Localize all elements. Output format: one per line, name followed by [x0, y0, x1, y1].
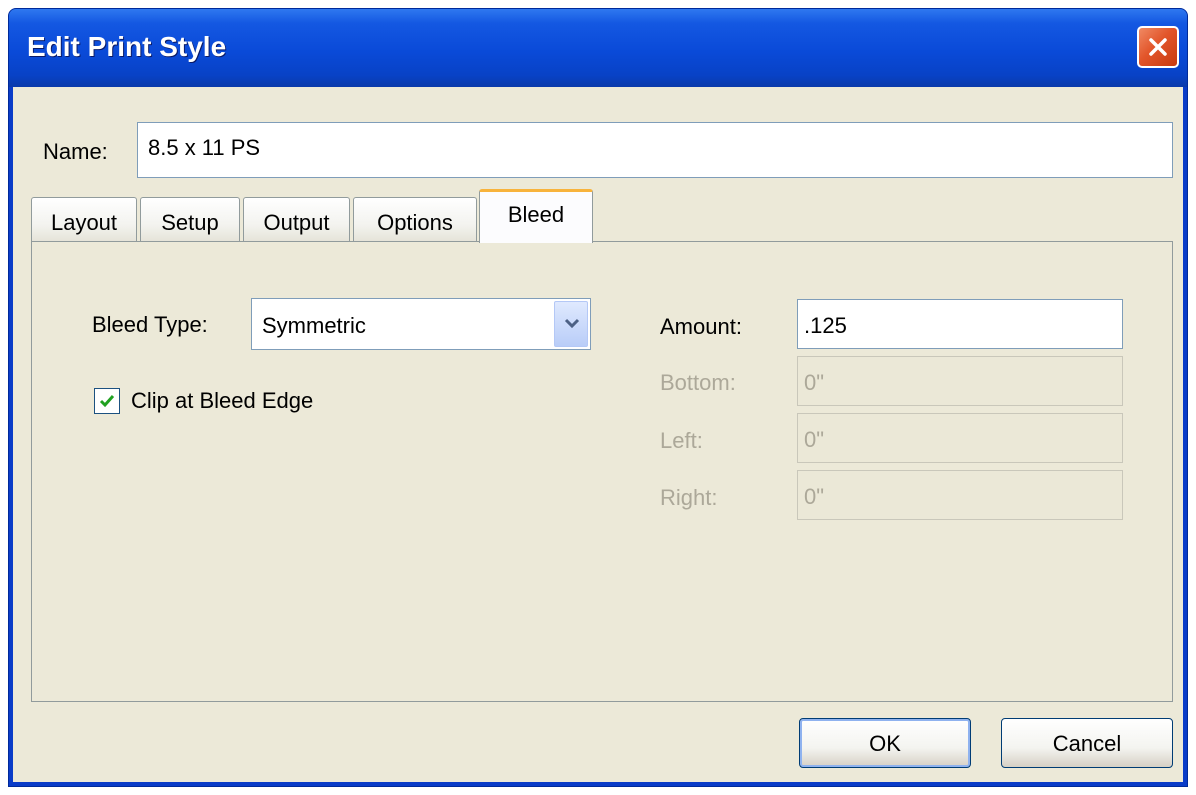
- left-label: Left:: [660, 428, 703, 453]
- ok-button[interactable]: OK: [799, 718, 971, 768]
- bleed-type-select[interactable]: Symmetric: [251, 298, 591, 350]
- right-input: 0": [797, 470, 1123, 520]
- cancel-button[interactable]: Cancel: [1001, 718, 1173, 768]
- edit-print-style-dialog: Edit Print Style Name: 8.5 x 11 PS Layou…: [8, 8, 1188, 787]
- clip-at-bleed-edge-label[interactable]: Clip at Bleed Edge: [131, 388, 313, 414]
- bleed-type-label: Bleed Type:: [92, 312, 208, 337]
- name-label: Name:: [43, 139, 108, 164]
- tab-bleed[interactable]: Bleed: [479, 189, 593, 243]
- window-title: Edit Print Style: [27, 31, 227, 62]
- bottom-label: Bottom:: [660, 370, 736, 395]
- amount-label: Amount:: [660, 314, 742, 339]
- title-bar[interactable]: Edit Print Style: [9, 9, 1187, 87]
- tab-setup[interactable]: Setup: [140, 197, 240, 243]
- bleed-tab-panel: Bleed Type: Symmetric Clip at Bleed Edge…: [31, 241, 1173, 702]
- chevron-down-icon: [564, 318, 580, 329]
- name-input[interactable]: 8.5 x 11 PS: [137, 122, 1173, 178]
- close-icon: [1149, 38, 1167, 56]
- bleed-type-value: Symmetric: [262, 313, 366, 338]
- bottom-input: 0": [797, 356, 1123, 406]
- left-input: 0": [797, 413, 1123, 463]
- tab-output[interactable]: Output: [243, 197, 350, 243]
- close-button[interactable]: [1137, 26, 1179, 68]
- dropdown-arrow-button[interactable]: [554, 301, 588, 347]
- tab-options[interactable]: Options: [353, 197, 477, 243]
- tab-layout[interactable]: Layout: [31, 197, 137, 243]
- right-label: Right:: [660, 485, 718, 510]
- clip-at-bleed-edge-checkbox[interactable]: [94, 388, 120, 414]
- amount-input[interactable]: .125: [797, 299, 1123, 349]
- dialog-body: Name: 8.5 x 11 PS Layout Setup Output Op…: [13, 87, 1183, 782]
- checkmark-icon: [99, 395, 115, 408]
